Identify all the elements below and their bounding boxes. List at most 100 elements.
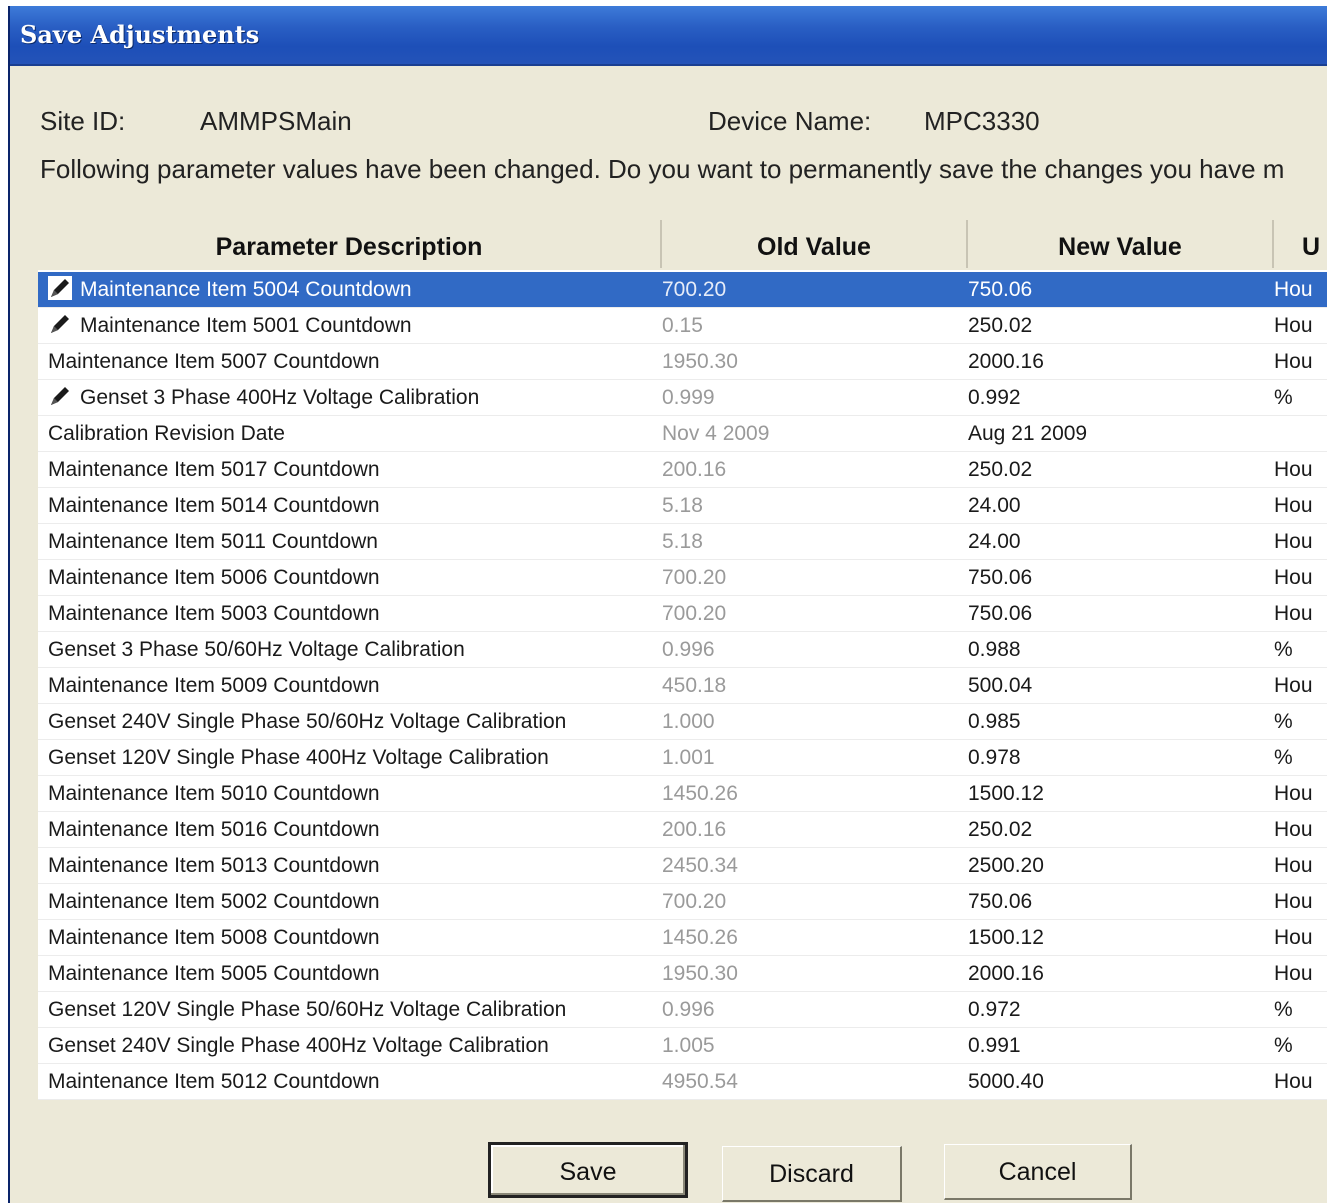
old-value-cell: 700.20 — [662, 890, 727, 913]
parameter-description-cell: Maintenance Item 5017 Countdown — [48, 452, 648, 488]
parameter-description-cell: Genset 120V Single Phase 50/60Hz Voltage… — [48, 992, 648, 1028]
unit-cell: % — [1274, 998, 1293, 1021]
parameter-description-text: Genset 3 Phase 50/60Hz Voltage Calibrati… — [48, 638, 465, 661]
discard-button[interactable]: Discard — [722, 1146, 902, 1202]
new-value-cell: 24.00 — [968, 530, 1021, 553]
unit-cell: Hou — [1274, 926, 1313, 949]
parameter-description-cell: Genset 3 Phase 50/60Hz Voltage Calibrati… — [48, 632, 648, 668]
parameter-description-cell: Maintenance Item 5005 Countdown — [48, 956, 648, 992]
parameter-description-cell: Maintenance Item 5013 Countdown — [48, 848, 648, 884]
changes-table[interactable]: Parameter Description Old Value New Valu… — [38, 220, 1327, 1100]
parameter-description-text: Genset 240V Single Phase 50/60Hz Voltage… — [48, 710, 567, 733]
parameter-description-cell: Genset 3 Phase 400Hz Voltage Calibration — [48, 380, 648, 416]
old-value-cell: Nov 4 2009 — [662, 422, 770, 445]
table-row[interactable]: Maintenance Item 5009 Countdown 450.18 500… — [38, 668, 1327, 704]
parameter-description-text: Calibration Revision Date — [48, 422, 285, 445]
window-title: Save Adjustments — [20, 20, 260, 49]
old-value-cell: 1.000 — [662, 710, 715, 733]
table-row[interactable]: Maintenance Item 5008 Countdown 1450.26 15… — [38, 920, 1327, 956]
column-header-old-value[interactable]: Old Value — [662, 220, 968, 268]
parameter-description-cell: Maintenance Item 5004 Countdown — [48, 272, 648, 308]
unit-cell: % — [1274, 386, 1293, 409]
table-row[interactable]: Maintenance Item 5001 Countdown 0.15 250.0… — [38, 308, 1327, 344]
unit-cell: Hou — [1274, 674, 1313, 697]
pencil-icon — [48, 312, 72, 336]
new-value-cell: Aug 21 2009 — [968, 422, 1088, 445]
parameter-description-text: Genset 120V Single Phase 50/60Hz Voltage… — [48, 998, 567, 1021]
unit-cell: Hou — [1274, 458, 1313, 481]
table-row[interactable]: Maintenance Item 5003 Countdown 700.20 750… — [38, 596, 1327, 632]
new-value-cell: 0.991 — [968, 1034, 1021, 1057]
cancel-button[interactable]: Cancel — [944, 1144, 1132, 1200]
unit-cell: Hou — [1274, 782, 1313, 805]
table-row[interactable]: Genset 3 Phase 50/60Hz Voltage Calibrati… — [38, 632, 1327, 668]
parameter-description-text: Genset 120V Single Phase 400Hz Voltage C… — [48, 746, 549, 769]
parameter-description-cell: Maintenance Item 5009 Countdown — [48, 668, 648, 704]
table-row[interactable]: Maintenance Item 5016 Countdown 200.16 250… — [38, 812, 1327, 848]
old-value-cell: 450.18 — [662, 674, 727, 697]
new-value-cell: 750.06 — [968, 890, 1033, 913]
parameter-description-text: Maintenance Item 5002 Countdown — [48, 890, 380, 913]
parameter-description-text: Maintenance Item 5017 Countdown — [48, 458, 380, 481]
unit-cell: Hou — [1274, 602, 1313, 625]
table-row[interactable]: Calibration Revision Date Nov 4 2009 Aug 2… — [38, 416, 1327, 452]
save-button[interactable]: Save — [488, 1142, 688, 1198]
unit-cell: Hou — [1274, 278, 1313, 301]
parameter-description-text: Maintenance Item 5001 Countdown — [80, 314, 412, 337]
new-value-cell: 250.02 — [968, 458, 1033, 481]
new-value-cell: 2000.16 — [968, 350, 1044, 373]
column-header-new-value[interactable]: New Value — [968, 220, 1274, 268]
table-header: Parameter Description Old Value New Valu… — [38, 220, 1327, 270]
old-value-cell: 0.996 — [662, 638, 715, 661]
table-row[interactable]: Maintenance Item 5012 Countdown 4950.54 50… — [38, 1064, 1327, 1100]
table-row[interactable]: Genset 240V Single Phase 400Hz Voltage C… — [38, 1028, 1327, 1064]
column-header-description[interactable]: Parameter Description — [38, 220, 662, 268]
unit-cell: Hou — [1274, 566, 1313, 589]
pencil-icon — [48, 384, 72, 408]
parameter-description-cell: Genset 240V Single Phase 50/60Hz Voltage… — [48, 704, 648, 740]
table-row[interactable]: Genset 120V Single Phase 400Hz Voltage C… — [38, 740, 1327, 776]
table-row[interactable]: Maintenance Item 5017 Countdown 200.16 250… — [38, 452, 1327, 488]
device-name-value: MPC3330 — [924, 106, 1040, 136]
table-row[interactable]: Maintenance Item 5002 Countdown 700.20 750… — [38, 884, 1327, 920]
table-row[interactable]: Maintenance Item 5013 Countdown 2450.34 25… — [38, 848, 1327, 884]
table-row[interactable]: Maintenance Item 5011 Countdown 5.18 24.00… — [38, 524, 1327, 560]
old-value-cell: 700.20 — [662, 278, 727, 301]
old-value-cell: 200.16 — [662, 458, 727, 481]
table-row[interactable]: Maintenance Item 5005 Countdown 1950.30 20… — [38, 956, 1327, 992]
column-header-unit[interactable]: U — [1274, 220, 1327, 268]
new-value-cell: 2000.16 — [968, 962, 1044, 985]
table-row[interactable]: Maintenance Item 5014 Countdown 5.18 24.00… — [38, 488, 1327, 524]
new-value-cell: 0.985 — [968, 710, 1021, 733]
old-value-cell: 0.15 — [662, 314, 703, 337]
unit-cell: % — [1274, 638, 1293, 661]
parameter-description-text: Maintenance Item 5009 Countdown — [48, 674, 380, 697]
unit-cell: Hou — [1274, 854, 1313, 877]
table-row[interactable]: Genset 3 Phase 400Hz Voltage Calibration… — [38, 380, 1327, 416]
unit-cell: Hou — [1274, 962, 1313, 985]
new-value-cell: 0.978 — [968, 746, 1021, 769]
new-value-cell: 2500.20 — [968, 854, 1044, 877]
new-value-cell: 0.988 — [968, 638, 1021, 661]
site-id-value: AMMPSMain — [200, 106, 352, 136]
table-row[interactable]: Genset 120V Single Phase 50/60Hz Voltage… — [38, 992, 1327, 1028]
old-value-cell: 700.20 — [662, 566, 727, 589]
old-value-cell: 5.18 — [662, 494, 703, 517]
table-row[interactable]: Maintenance Item 5007 Countdown 1950.30 20… — [38, 344, 1327, 380]
new-value-cell: 1500.12 — [968, 782, 1044, 805]
parameter-description-text: Maintenance Item 5007 Countdown — [48, 350, 380, 373]
table-row[interactable]: Maintenance Item 5010 Countdown 1450.26 15… — [38, 776, 1327, 812]
old-value-cell: 1450.26 — [662, 782, 738, 805]
table-row[interactable]: Maintenance Item 5004 Countdown 700.20 750… — [38, 272, 1327, 308]
parameter-description-cell: Maintenance Item 5010 Countdown — [48, 776, 648, 812]
parameter-description-cell: Genset 240V Single Phase 400Hz Voltage C… — [48, 1028, 648, 1064]
title-bar[interactable]: Save Adjustments — [10, 6, 1327, 66]
unit-cell: Hou — [1274, 1070, 1313, 1093]
new-value-cell: 1500.12 — [968, 926, 1044, 949]
old-value-cell: 2450.34 — [662, 854, 738, 877]
table-row[interactable]: Maintenance Item 5006 Countdown 700.20 750… — [38, 560, 1327, 596]
table-row[interactable]: Genset 240V Single Phase 50/60Hz Voltage… — [38, 704, 1327, 740]
parameter-description-text: Maintenance Item 5003 Countdown — [48, 602, 380, 625]
parameter-description-cell: Maintenance Item 5002 Countdown — [48, 884, 648, 920]
unit-cell: Hou — [1274, 314, 1313, 337]
